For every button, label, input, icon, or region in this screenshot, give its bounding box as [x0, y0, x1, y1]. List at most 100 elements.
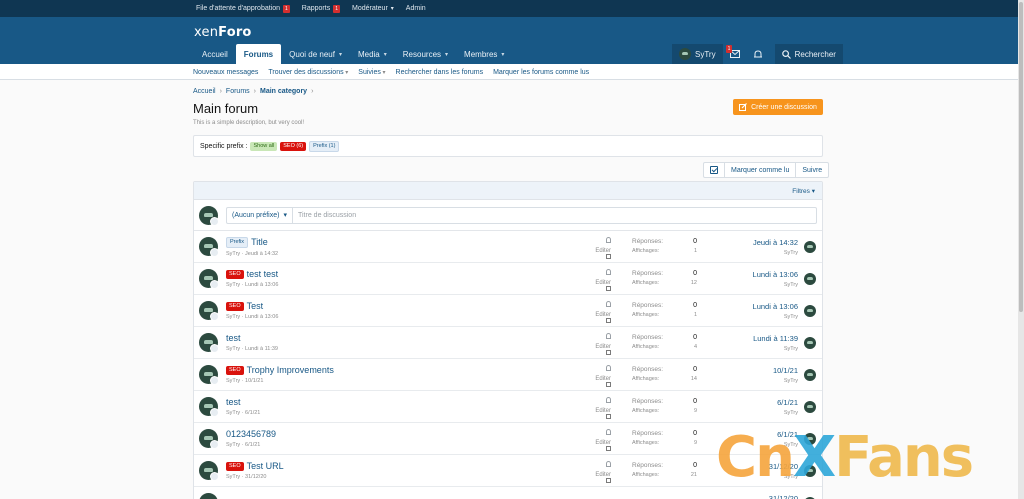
last-post-date[interactable]: 10/1/21: [734, 366, 798, 375]
prefix-show-all[interactable]: Show all: [250, 141, 278, 151]
watch-toggle[interactable]: [591, 237, 611, 245]
tab-2[interactable]: Quoi de neuf ▾: [281, 44, 350, 64]
last-poster-avatar[interactable]: [804, 305, 816, 317]
thread-prefix[interactable]: SEO: [226, 461, 244, 471]
page-scrollbar[interactable]: [1018, 0, 1024, 499]
thread-prefix[interactable]: Prefix: [226, 236, 249, 248]
last-post-user[interactable]: SyTry: [734, 410, 798, 416]
filters-button[interactable]: Filtres ▾: [792, 187, 815, 195]
site-logo[interactable]: xenForo: [194, 25, 252, 40]
alerts-button[interactable]: [747, 44, 769, 64]
last-poster-avatar[interactable]: [804, 273, 816, 285]
last-poster-avatar[interactable]: [804, 241, 816, 253]
subnav-item-1[interactable]: Trouver des discussions ▾: [268, 69, 348, 76]
subnav-item-3[interactable]: Rechercher dans les forums: [396, 69, 484, 76]
staff-link-2[interactable]: Modérateur ▾: [352, 5, 394, 12]
inbox-button[interactable]: 1: [723, 44, 747, 64]
checkbox-icon[interactable]: [606, 286, 611, 291]
avatar[interactable]: [199, 461, 219, 481]
quick-thread-input[interactable]: (Aucun préfixe) ▾ Titre de discussion: [226, 206, 817, 224]
watch-toggle[interactable]: [591, 397, 611, 405]
avatar[interactable]: [199, 301, 219, 321]
select-toggle[interactable]: Editer: [591, 344, 611, 356]
select-toggle[interactable]: Editer: [591, 408, 611, 420]
subnav-item-0[interactable]: Nouveaux messages: [193, 69, 258, 76]
tab-0[interactable]: Accueil: [194, 44, 236, 64]
select-toggle[interactable]: Editer: [591, 440, 611, 452]
prefix-seo[interactable]: SEO (6): [280, 141, 307, 151]
watch-toggle[interactable]: [591, 429, 611, 437]
checkbox-icon[interactable]: [606, 478, 611, 483]
avatar[interactable]: [199, 365, 219, 385]
avatar[interactable]: [199, 269, 219, 289]
last-post-date[interactable]: 31/12/20: [734, 494, 798, 499]
avatar[interactable]: [199, 237, 219, 257]
scrollbar-thumb[interactable]: [1019, 2, 1023, 312]
tab-4[interactable]: Resources ▾: [395, 44, 456, 64]
avatar[interactable]: [199, 333, 219, 353]
last-post-user[interactable]: SyTry: [734, 250, 798, 256]
last-post-date[interactable]: Lundi à 13:06: [734, 302, 798, 311]
search-button[interactable]: Rechercher: [774, 44, 843, 64]
checkbox-icon[interactable]: [606, 254, 611, 259]
breadcrumb-item-1[interactable]: Forums: [226, 88, 250, 95]
avatar[interactable]: [199, 397, 219, 417]
watch-toggle[interactable]: [591, 365, 611, 373]
quick-title-placeholder[interactable]: Titre de discussion: [293, 212, 356, 219]
checkbox-icon[interactable]: [606, 446, 611, 451]
last-post-date[interactable]: Lundi à 11:39: [734, 334, 798, 343]
thread-title-link[interactable]: Trophy Improvements: [247, 365, 334, 375]
last-post-date[interactable]: 6/1/21: [734, 398, 798, 407]
avatar[interactable]: [199, 429, 219, 449]
thread-title-link[interactable]: Test URL: [247, 461, 284, 471]
last-poster-avatar[interactable]: [804, 401, 816, 413]
select-threads-button[interactable]: [704, 163, 724, 177]
last-poster-avatar[interactable]: [804, 369, 816, 381]
checkbox-icon[interactable]: [606, 318, 611, 323]
thread-prefix[interactable]: SEO: [226, 269, 244, 279]
tab-1[interactable]: Forums: [235, 44, 282, 64]
select-toggle[interactable]: Editer: [591, 472, 611, 484]
thread-title-link[interactable]: test: [226, 397, 241, 407]
last-post-user[interactable]: SyTry: [734, 346, 798, 352]
watch-toggle[interactable]: [591, 461, 611, 469]
staff-link-3[interactable]: Admin: [406, 5, 426, 12]
tab-5[interactable]: Membres ▾: [456, 44, 512, 64]
checkbox-icon[interactable]: [606, 382, 611, 387]
watch-toggle[interactable]: [591, 333, 611, 341]
breadcrumb-item-2[interactable]: Main category: [260, 88, 307, 95]
thread-title-link[interactable]: Title: [251, 237, 268, 247]
select-toggle[interactable]: Editer: [591, 312, 611, 324]
quick-prefix-select[interactable]: (Aucun préfixe) ▾: [227, 207, 293, 223]
staff-link-1[interactable]: Rapports 1: [302, 4, 340, 13]
select-toggle[interactable]: Editer: [591, 280, 611, 292]
thread-prefix[interactable]: SEO: [226, 301, 244, 311]
checkbox-icon[interactable]: [606, 414, 611, 419]
last-post-user[interactable]: SyTry: [734, 378, 798, 384]
last-post-date[interactable]: Jeudi à 14:32: [734, 238, 798, 247]
create-thread-button[interactable]: Créer une discussion: [733, 99, 823, 115]
subnav-item-4[interactable]: Marquer les forums comme lus: [493, 69, 589, 76]
thread-title-link[interactable]: Test: [247, 301, 264, 311]
thread-title-link[interactable]: test test: [247, 269, 279, 279]
user-menu[interactable]: SyTry: [672, 44, 723, 64]
prefix-prefix[interactable]: Prefix (1): [309, 140, 340, 152]
select-toggle[interactable]: Editer: [591, 248, 611, 260]
watch-toggle[interactable]: [591, 301, 611, 309]
last-poster-avatar[interactable]: [804, 337, 816, 349]
last-post-date[interactable]: Lundi à 13:06: [734, 270, 798, 279]
checkbox-icon[interactable]: [606, 350, 611, 355]
follow-button[interactable]: Suivre: [795, 163, 828, 177]
thread-title-link[interactable]: test: [226, 333, 241, 343]
breadcrumb-item-0[interactable]: Accueil: [193, 88, 216, 95]
thread-prefix[interactable]: SEO: [226, 365, 244, 375]
last-post-user[interactable]: SyTry: [734, 282, 798, 288]
thread-title-link[interactable]: 0123456789: [226, 429, 276, 439]
staff-link-0[interactable]: File d'attente d'approbation 1: [196, 4, 290, 13]
mark-read-button[interactable]: Marquer comme lu: [724, 163, 795, 177]
watch-toggle[interactable]: [591, 269, 611, 277]
avatar[interactable]: [199, 493, 218, 499]
tab-3[interactable]: Media ▾: [350, 44, 395, 64]
subnav-item-2[interactable]: Suivies ▾: [358, 69, 385, 76]
select-toggle[interactable]: Editer: [591, 376, 611, 388]
